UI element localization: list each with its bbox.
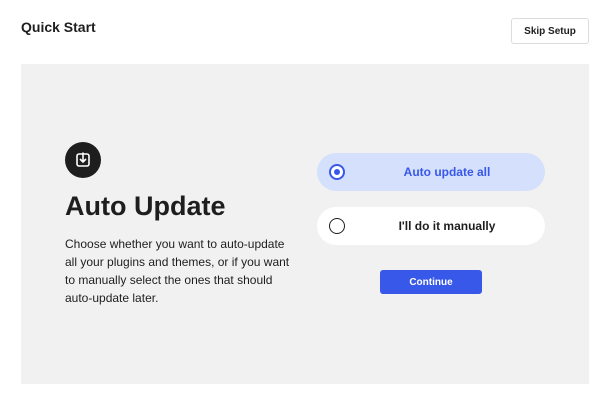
option-label: Auto update all — [403, 165, 491, 179]
skip-setup-button[interactable]: Skip Setup — [511, 18, 589, 44]
step-panel: Auto Update Choose whether you want to a… — [21, 64, 589, 384]
quick-start-page: Quick Start Skip Setup Auto Update Choos… — [0, 0, 610, 402]
option-label: I'll do it manually — [398, 219, 496, 233]
continue-button[interactable]: Continue — [380, 270, 482, 294]
download-icon — [65, 142, 101, 178]
option-manual[interactable]: I'll do it manually — [317, 207, 545, 245]
step-heading: Auto Update — [65, 191, 226, 221]
option-auto-update-all[interactable]: Auto update all — [317, 153, 545, 191]
radio-selected[interactable] — [329, 164, 345, 180]
radio-unselected[interactable] — [329, 218, 345, 234]
page-title: Quick Start — [21, 19, 96, 35]
step-description: Choose whether you want to auto-update a… — [65, 237, 290, 305]
